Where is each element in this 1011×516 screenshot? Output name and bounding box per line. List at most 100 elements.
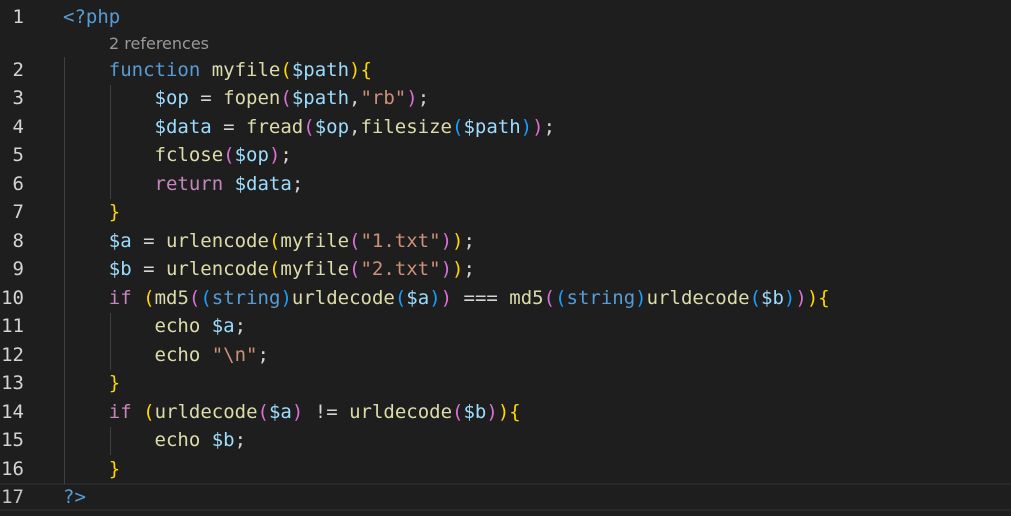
code-token: myfile — [280, 258, 350, 280]
code-line[interactable]: 13 } — [0, 369, 1011, 397]
code-text[interactable]: echo $a; — [63, 312, 247, 340]
code-line[interactable]: 4 $data = fread($op,filesize($path)); — [0, 113, 1011, 141]
code-line[interactable]: 6 return $data; — [0, 170, 1011, 198]
code-token: fclose — [154, 144, 224, 166]
code-editor[interactable]: 1 <?php 2 function myfile($path){3 $op = f… — [0, 0, 1011, 516]
code-text[interactable]: return $data; — [63, 170, 304, 198]
code-token: { — [360, 59, 372, 81]
code-line[interactable]: 12 echo "\n"; — [0, 341, 1011, 369]
code-token: ( — [143, 401, 155, 423]
code-line[interactable]: 10 if (md5((string)urldecode($a)) === md… — [0, 284, 1011, 312]
code-token: ) — [440, 287, 453, 309]
indent-guide-if1 — [110, 313, 111, 370]
code-text[interactable]: $b = urlencode(myfile("2.txt")); — [63, 255, 475, 283]
code-line[interactable]: 14 if (urldecode($a) != urldecode($b)){ — [0, 398, 1011, 426]
line-number: 7 — [12, 201, 24, 223]
code-line[interactable]: 16 } — [0, 455, 1011, 483]
code-text[interactable]: echo "\n"; — [63, 341, 269, 369]
code-token: ( — [280, 87, 292, 109]
code-token: != — [303, 401, 350, 423]
code-token: ; — [417, 87, 430, 109]
code-token: ( — [349, 258, 361, 280]
code-token: ( — [200, 287, 212, 309]
code-text[interactable]: $a = urlencode(myfile("1.txt")); — [63, 227, 475, 255]
code-line[interactable]: 9 $b = urlencode(myfile("2.txt")); — [0, 255, 1011, 283]
code-line[interactable]: 5 fclose($op); — [0, 141, 1011, 169]
code-token: } — [108, 372, 121, 394]
code-token: $b — [463, 401, 487, 423]
code-token: if — [108, 287, 132, 309]
code-token: md5 — [154, 287, 189, 309]
code-line[interactable]: 7 } — [0, 198, 1011, 226]
code-line[interactable]: 2 function myfile($path){ — [0, 56, 1011, 84]
code-text[interactable]: <?php — [63, 3, 120, 31]
code-text[interactable]: $op = fopen($path,"rb"); — [63, 84, 430, 112]
code-token: ) — [429, 287, 441, 309]
code-token: } — [108, 201, 121, 223]
code-token: $op — [314, 116, 350, 138]
line-number: 16 — [1, 458, 24, 480]
code-token: ( — [268, 258, 281, 280]
code-line[interactable]: 3 $op = fopen($path,"rb"); — [0, 84, 1011, 112]
code-token: "rb" — [360, 87, 407, 109]
code-text[interactable]: if (urldecode($a) != urldecode($b)){ — [63, 398, 521, 426]
code-token: string — [566, 287, 636, 309]
code-text[interactable]: function myfile($path){ — [63, 56, 372, 84]
line-number: 10 — [1, 287, 24, 309]
code-token: ) — [406, 87, 418, 109]
code-token: ) — [452, 230, 464, 252]
code-line[interactable]: 15 echo $b; — [0, 426, 1011, 454]
code-token: ) — [497, 401, 510, 423]
code-line[interactable]: 1 <?php — [0, 3, 1011, 31]
code-token: if — [108, 401, 132, 423]
indent-guide-function — [110, 85, 111, 199]
code-token: === — [452, 287, 510, 309]
code-token: { — [509, 401, 521, 423]
code-token: ( — [452, 116, 464, 138]
line-number: 1 — [12, 6, 24, 28]
code-text[interactable]: } — [63, 455, 120, 483]
code-token: { — [818, 287, 830, 309]
code-token: ( — [555, 287, 567, 309]
code-token: } — [108, 458, 121, 480]
code-token: myfile — [280, 230, 350, 252]
code-token: ( — [188, 287, 201, 309]
code-token: $path — [291, 59, 350, 81]
code-line[interactable]: 11 echo $a; — [0, 312, 1011, 340]
code-token: ( — [452, 401, 464, 423]
code-text[interactable]: } — [63, 198, 120, 226]
code-text[interactable]: ?> — [63, 485, 86, 509]
code-line[interactable]: 17 ?> — [0, 483, 1011, 511]
code-token: filesize — [360, 116, 452, 138]
code-token: , — [349, 87, 361, 109]
code-text[interactable]: if (md5((string)urldecode($a)) === md5((… — [63, 284, 830, 312]
code-token: = — [188, 87, 224, 109]
line-number: 5 — [12, 144, 24, 166]
codelens-references[interactable]: 2 references — [109, 33, 209, 55]
code-token: string — [211, 287, 281, 309]
code-token: echo — [154, 344, 201, 366]
code-text[interactable]: $data = fread($op,filesize($path)); — [63, 113, 556, 141]
code-text[interactable]: fclose($op); — [63, 141, 292, 169]
code-token: ; — [463, 258, 475, 280]
code-text[interactable]: } — [63, 369, 120, 397]
code-token: $op — [234, 144, 269, 166]
code-line[interactable]: 8 $a = urlencode(myfile("1.txt")); — [0, 227, 1011, 255]
code-text[interactable]: echo $b; — [63, 426, 247, 454]
indent-guide-if2 — [110, 427, 111, 455]
code-token: ) — [452, 258, 464, 280]
code-token: ( — [394, 287, 407, 309]
code-token: $path — [463, 116, 521, 138]
